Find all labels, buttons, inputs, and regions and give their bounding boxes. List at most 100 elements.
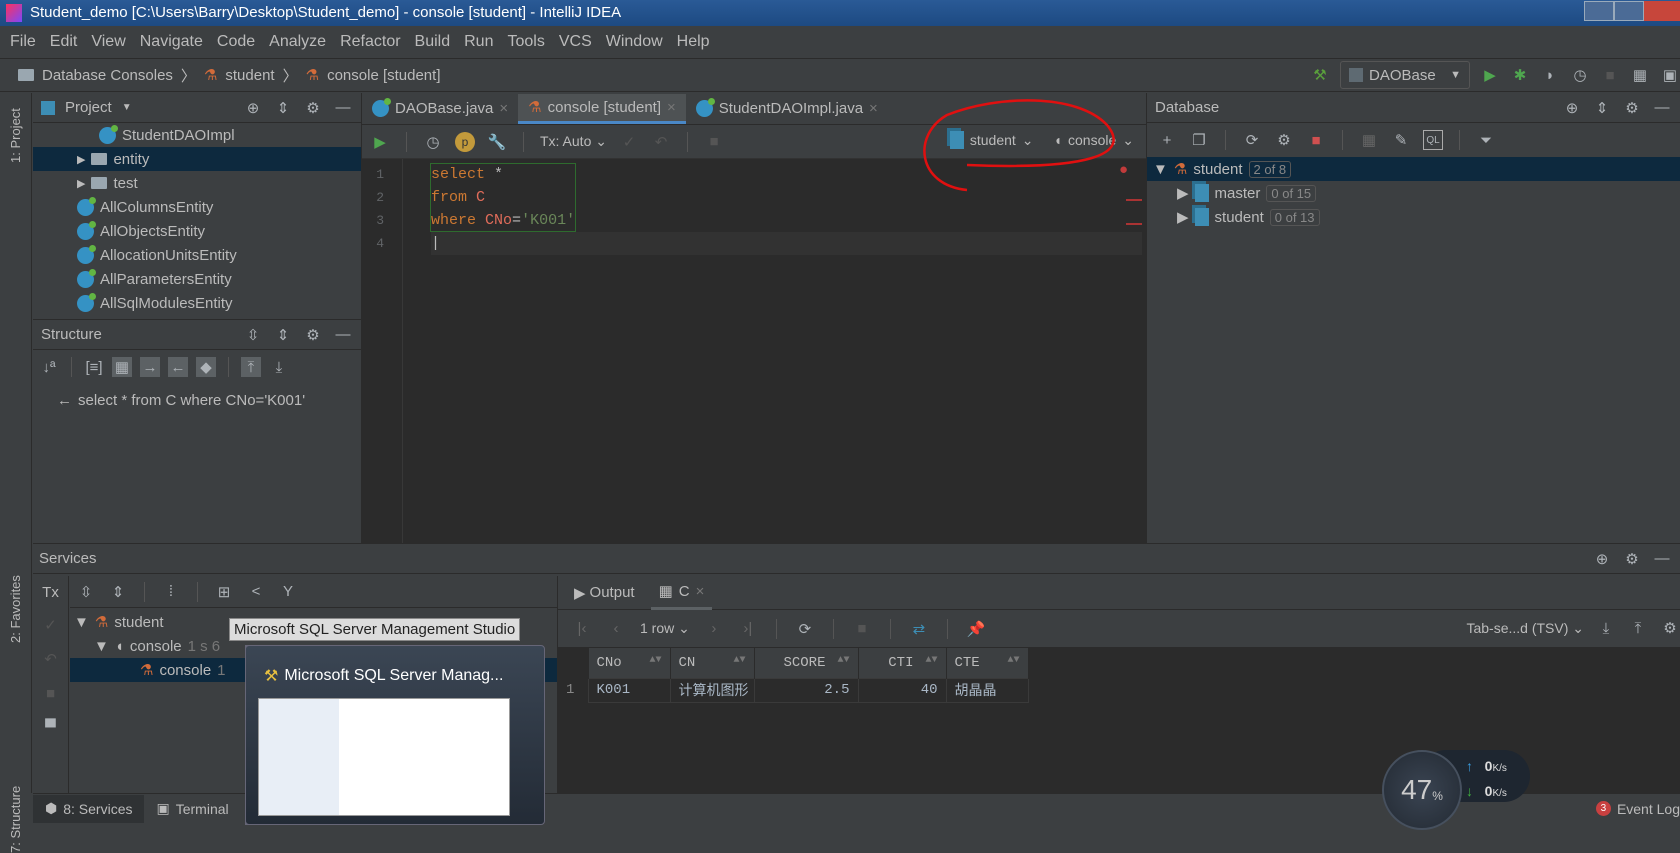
first-page-icon[interactable]: |‹: [572, 619, 592, 639]
hide-icon[interactable]: —: [333, 98, 353, 118]
tab-terminal[interactable]: ▣ Terminal: [144, 795, 240, 823]
tab-daobase[interactable]: DAOBase.java ×: [362, 94, 518, 124]
commit-icon[interactable]: ✓: [619, 132, 639, 152]
db-tree-item[interactable]: ▶ master 0 of 15: [1147, 181, 1680, 205]
run-config-select[interactable]: DAOBase ▼: [1340, 61, 1470, 89]
disconnect-icon[interactable]: ■: [1306, 130, 1326, 150]
project-tree-item[interactable]: ▶ test: [33, 171, 361, 195]
code-editor[interactable]: 1 2 3 4 select * from C where CNo='K001'…: [362, 159, 1146, 569]
history-icon[interactable]: ◷: [423, 132, 443, 152]
stop-icon[interactable]: ■: [1600, 65, 1620, 85]
hide-icon[interactable]: —: [1652, 98, 1672, 118]
menu-help[interactable]: Help: [677, 33, 710, 51]
breadcrumb-student[interactable]: student: [225, 67, 274, 84]
gear-icon[interactable]: ⚙: [303, 98, 323, 118]
collapse-all-icon[interactable]: ⇕: [273, 325, 293, 345]
column-header-cti[interactable]: CTI ▲▼: [858, 648, 947, 678]
stop-icon[interactable]: ■: [704, 132, 724, 152]
rollback-icon[interactable]: ↶: [651, 132, 671, 152]
tab-favorites[interactable]: 2: Favorites: [8, 575, 23, 643]
db-tree-item[interactable]: ▶ student 0 of 13: [1147, 205, 1680, 229]
pin-icon[interactable]: 📌: [966, 619, 986, 639]
rollback-icon[interactable]: ↶: [41, 649, 61, 669]
menu-build[interactable]: Build: [415, 33, 451, 51]
column-header-cno[interactable]: CNo ▲▼: [588, 648, 671, 678]
close-tab-icon[interactable]: ×: [869, 100, 878, 117]
project-structure-icon[interactable]: ▦: [1630, 65, 1650, 85]
next-page-icon[interactable]: ›: [704, 619, 724, 639]
breadcrumb-database-consoles[interactable]: Database Consoles: [42, 67, 173, 84]
edit-icon[interactable]: ✎: [1391, 130, 1411, 150]
merge-icon[interactable]: Y: [278, 582, 298, 602]
collapsed-arrow-icon[interactable]: ▶: [77, 153, 85, 166]
hide-icon[interactable]: —: [333, 325, 353, 345]
gear-icon[interactable]: ⚙: [1622, 549, 1642, 569]
commit-icon[interactable]: ✓: [41, 615, 61, 635]
compare-icon[interactable]: ⇄: [909, 619, 929, 639]
menu-vcs[interactable]: VCS: [559, 33, 592, 51]
table-editor-icon[interactable]: ▦: [1359, 130, 1379, 150]
tab-studentdaoimpl[interactable]: StudentDAOImpl.java ×: [686, 94, 888, 124]
project-title[interactable]: Project: [65, 99, 112, 116]
upload-icon[interactable]: ⤒: [1628, 618, 1648, 638]
build-hammer-icon[interactable]: ⚒: [1310, 65, 1330, 85]
close-tab-icon[interactable]: ×: [499, 100, 508, 117]
export-format-select[interactable]: Tab-se...d (TSV) ⌄: [1466, 620, 1584, 637]
project-tree-item[interactable]: AllColumnsEntity: [33, 195, 361, 219]
run-icon[interactable]: ▶: [1480, 65, 1500, 85]
close-tab-icon[interactable]: ×: [667, 99, 676, 116]
menu-file[interactable]: File: [10, 33, 36, 51]
page-size-select[interactable]: 1 row ⌄: [640, 620, 690, 637]
menu-navigate[interactable]: Navigate: [140, 33, 203, 51]
tab-project[interactable]: 1: Project: [8, 108, 23, 163]
collapse-all-icon[interactable]: ⇕: [273, 98, 293, 118]
tab-output[interactable]: ▶ Output: [574, 584, 635, 602]
project-tree-item[interactable]: ▶ entity: [33, 147, 361, 171]
restore-button[interactable]: [1614, 1, 1644, 21]
show-fields-icon[interactable]: [≡]: [84, 357, 104, 377]
gear-icon[interactable]: ⚙: [1622, 98, 1642, 118]
tx-mode-select[interactable]: Tx: Auto ⌄: [540, 133, 607, 150]
add-service-icon[interactable]: ⊞: [214, 582, 234, 602]
error-stripe[interactable]: [1126, 199, 1142, 201]
stop-icon[interactable]: ■: [41, 683, 61, 703]
breadcrumb-console[interactable]: console [student]: [327, 67, 440, 84]
table-row[interactable]: 1 K001 计算机图形 2.5 40 胡晶晶: [558, 677, 1029, 703]
column-header-cn[interactable]: CN ▲▼: [670, 648, 755, 678]
project-tree-item[interactable]: AllObjectsEntity: [33, 219, 361, 243]
split-icon[interactable]: <: [246, 582, 266, 602]
tx-button[interactable]: Tx: [42, 584, 59, 601]
db-properties-icon[interactable]: ⚙: [1274, 130, 1294, 150]
execute-icon[interactable]: ▶: [370, 132, 390, 152]
column-header-cte[interactable]: CTE ▲▼: [946, 648, 1029, 678]
collapse-all-icon[interactable]: ⇕: [108, 582, 128, 602]
taskbar-preview-window[interactable]: ⚒ Microsoft SQL Server Manag...: [245, 645, 545, 825]
tab-structure[interactable]: 7: Structure: [8, 786, 23, 853]
arrow-left-icon[interactable]: ←: [168, 357, 188, 377]
expand-all-icon[interactable]: ⇳: [243, 325, 263, 345]
layout-icon[interactable]: ▀: [41, 717, 61, 737]
parameters-icon[interactable]: p: [455, 131, 475, 152]
menu-tools[interactable]: Tools: [507, 33, 544, 51]
menu-view[interactable]: View: [91, 33, 125, 51]
menu-code[interactable]: Code: [217, 33, 255, 51]
debug-icon[interactable]: ✱: [1510, 65, 1530, 85]
menu-run[interactable]: Run: [464, 33, 493, 51]
download-icon[interactable]: ⤓: [1596, 618, 1616, 638]
project-tree-item[interactable]: StudentDAOImpl: [33, 123, 361, 147]
locate-icon[interactable]: ⊕: [243, 98, 263, 118]
arrow-right-icon[interactable]: →: [140, 357, 160, 377]
project-tree-item[interactable]: AllSqlModulesEntity: [33, 291, 361, 315]
project-tree-item[interactable]: AllParametersEntity: [33, 267, 361, 291]
collapsed-arrow-icon[interactable]: ▶: [77, 177, 85, 190]
event-log[interactable]: 3 Event Log: [1595, 801, 1680, 817]
menu-analyze[interactable]: Analyze: [269, 33, 326, 51]
structure-item[interactable]: ← select * from C where CNo='K001': [33, 388, 361, 412]
expand-all-icon[interactable]: ⇳: [76, 582, 96, 602]
locate-icon[interactable]: ⊕: [1562, 98, 1582, 118]
gear-icon[interactable]: ⚙: [1660, 618, 1680, 638]
menu-edit[interactable]: Edit: [50, 33, 78, 51]
db-tree-root[interactable]: ▼ ⚗ student 2 of 8: [1147, 157, 1680, 181]
tab-services[interactable]: ⬢ 8: Services: [33, 794, 145, 823]
last-page-icon[interactable]: ›|: [738, 619, 758, 639]
